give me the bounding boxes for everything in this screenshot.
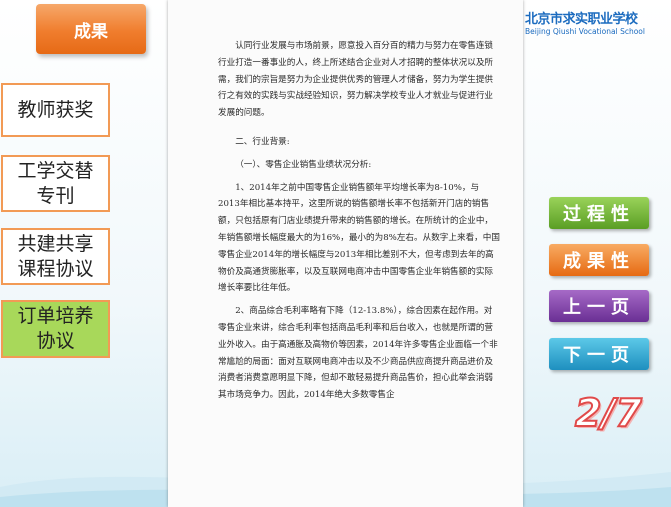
prev-page-button[interactable]: 上一页	[549, 290, 649, 322]
doc-paragraph: 2、商品综合毛利率略有下降（12-13.8%），综合因素在起作用。对零售企业来讲…	[218, 306, 498, 401]
logo-cn: 北京市求实职业学校	[525, 12, 638, 27]
nav-order-training-agreement[interactable]: 订单培养 协议	[1, 300, 110, 358]
document-page: 认同行业发展与市场前景，愿意投入百分百的精力与努力在零售连锁行业打造一番事业的人…	[168, 0, 523, 507]
logo-en: Beijing Qiushi Vocational School	[525, 27, 645, 36]
nav-work-study-journal[interactable]: 工学交替 专刊	[1, 155, 110, 212]
next-page-button[interactable]: 下一页	[549, 338, 649, 370]
result-button[interactable]: 成果性	[549, 244, 649, 276]
achievement-button[interactable]: 成果	[36, 4, 146, 54]
nav-label: 订单培养 协议	[17, 305, 94, 352]
school-logo: 北京市求实职业学校 Beijing Qiushi Vocational Scho…	[525, 8, 671, 44]
doc-subheading: （一）、零售企业销售业绩状况分析:	[235, 159, 372, 170]
nav-shared-course-agreement[interactable]: 共建共享 课程协议	[1, 228, 110, 285]
nav-label: 共建共享 课程协议	[17, 232, 94, 280]
nav-label: 工学交替 专刊	[17, 159, 94, 207]
nav-label: 教师获奖	[17, 98, 94, 121]
page-indicator: 2/7	[574, 390, 643, 436]
process-button[interactable]: 过程性	[549, 197, 649, 229]
nav-teacher-awards[interactable]: 教师获奖	[1, 83, 110, 137]
doc-paragraph: 认同行业发展与市场前景，愿意投入百分百的精力与努力在零售连锁行业打造一番事业的人…	[218, 41, 494, 119]
doc-paragraph: 1、2014年之前中国零售企业销售额年平均增长率为8-10%，与2013年相比基…	[218, 182, 500, 294]
document-text: 认同行业发展与市场前景，愿意投入百分百的精力与努力在零售连锁行业打造一番事业的人…	[218, 38, 500, 404]
doc-heading: 二、行业背景:	[235, 136, 290, 147]
